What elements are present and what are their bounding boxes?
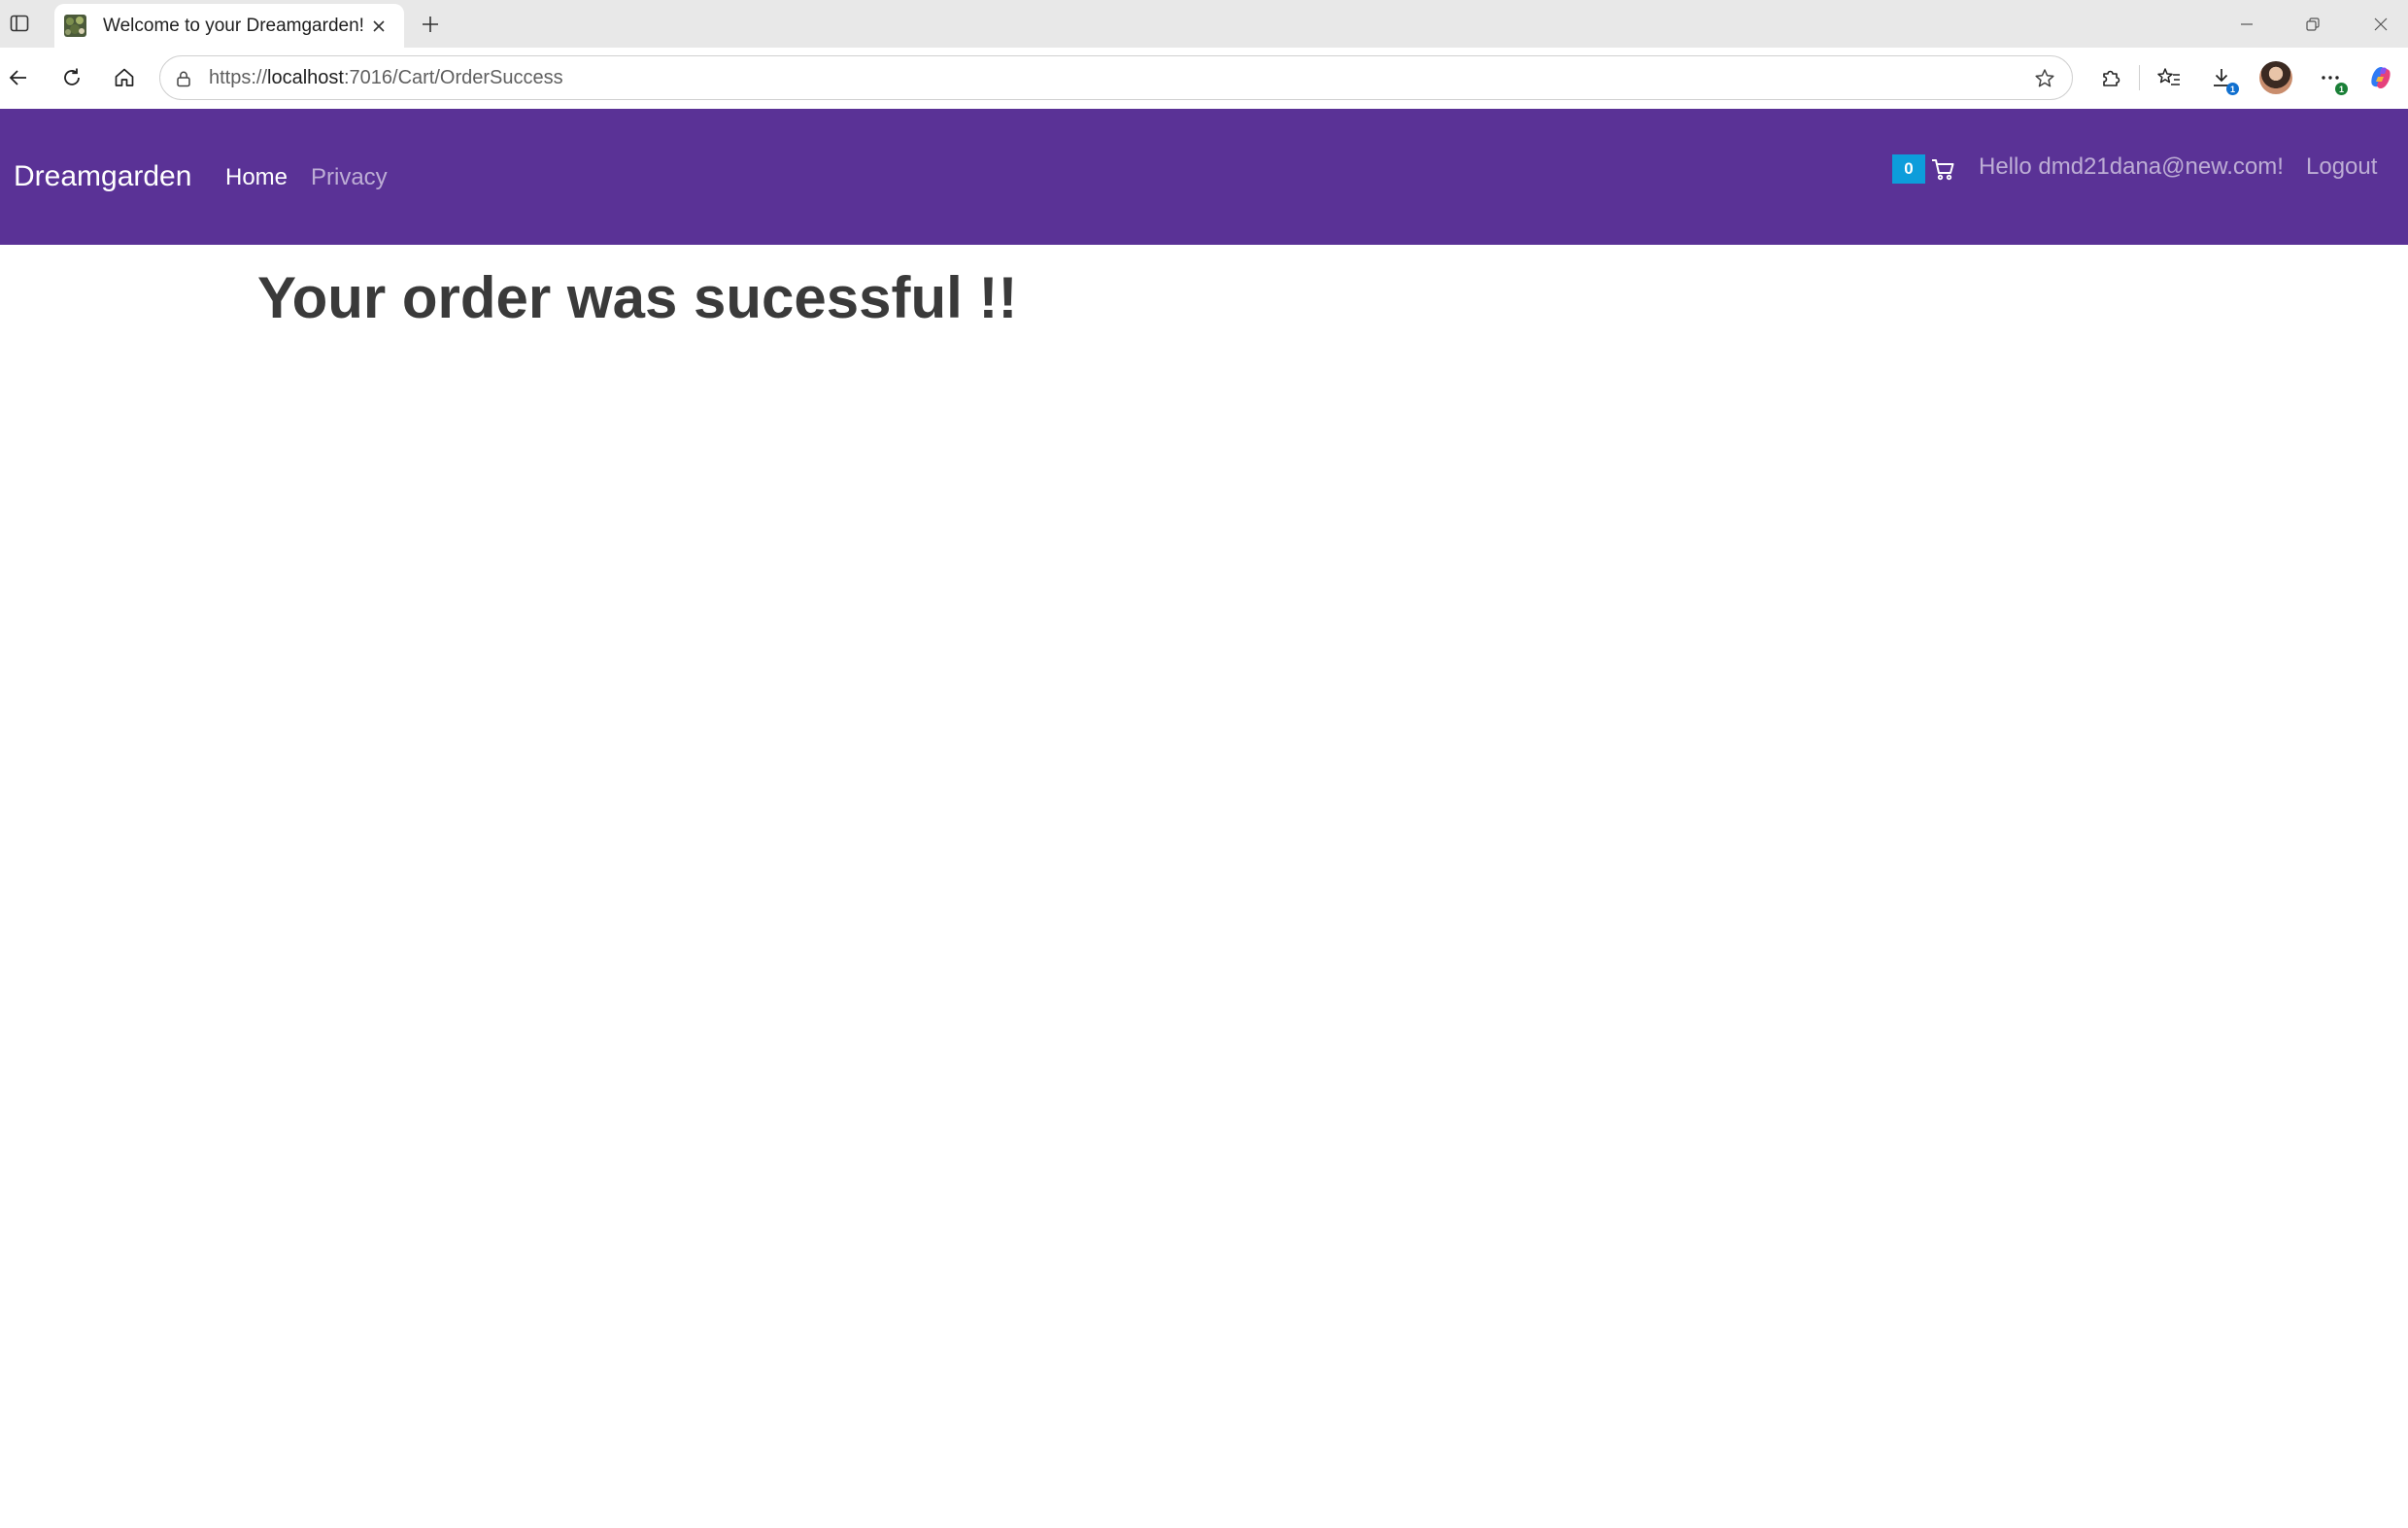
- tab-close-icon[interactable]: [367, 15, 390, 38]
- new-tab-plus-icon[interactable]: [416, 10, 445, 39]
- user-greeting-link[interactable]: Hello dmd21dana@new.com!: [1979, 153, 2284, 181]
- brand-link[interactable]: Dreamgarden: [14, 160, 191, 193]
- cart-count-badge[interactable]: 0: [1892, 154, 1925, 184]
- menu-badge: 1: [2335, 83, 2348, 95]
- minimize-icon[interactable]: [2232, 10, 2261, 39]
- back-arrow-icon[interactable]: [2, 61, 35, 94]
- shopping-cart-icon[interactable]: [1929, 154, 1956, 184]
- tab-title: Welcome to your Dreamgarden!: [103, 16, 364, 36]
- url-host: localhost: [267, 67, 344, 88]
- url-text[interactable]: https://localhost:7016/Cart/OrderSuccess: [209, 67, 563, 89]
- garden-favicon-icon: [64, 15, 86, 37]
- browser-tab-bar: Welcome to your Dreamgarden!: [0, 0, 2408, 48]
- logout-link[interactable]: Logout: [2306, 153, 2377, 181]
- refresh-icon[interactable]: [55, 61, 88, 94]
- url-path: :7016/Cart/OrderSuccess: [343, 67, 563, 88]
- site-navbar: Dreamgarden Home Privacy 0 Hello dmd21da…: [0, 109, 2408, 245]
- order-success-heading: Your order was sucessful !!: [257, 265, 1018, 330]
- close-window-icon[interactable]: [2366, 10, 2395, 39]
- more-menu-icon[interactable]: 1: [2314, 61, 2348, 95]
- downloads-badge: 1: [2226, 83, 2239, 95]
- tab-actions-icon[interactable]: [8, 12, 31, 35]
- downloads-icon[interactable]: 1: [2205, 61, 2239, 95]
- extensions-puzzle-icon[interactable]: [2094, 61, 2127, 94]
- copilot-icon[interactable]: [2364, 61, 2397, 94]
- lock-icon[interactable]: [172, 67, 195, 90]
- active-tab[interactable]: Welcome to your Dreamgarden!: [54, 4, 404, 48]
- favorite-star-icon[interactable]: [2031, 65, 2058, 92]
- favorites-icon[interactable]: [2153, 61, 2186, 94]
- nav-link-home[interactable]: Home: [225, 164, 288, 191]
- nav-link-privacy[interactable]: Privacy: [311, 164, 388, 191]
- toolbar-divider: [2139, 65, 2140, 90]
- address-bar[interactable]: https://localhost:7016/Cart/OrderSuccess: [159, 55, 2073, 100]
- browser-toolbar: https://localhost:7016/Cart/OrderSuccess…: [0, 48, 2408, 109]
- profile-avatar[interactable]: [2259, 61, 2292, 94]
- restore-icon[interactable]: [2298, 10, 2327, 39]
- home-icon[interactable]: [108, 61, 141, 94]
- url-scheme: https://: [209, 67, 268, 88]
